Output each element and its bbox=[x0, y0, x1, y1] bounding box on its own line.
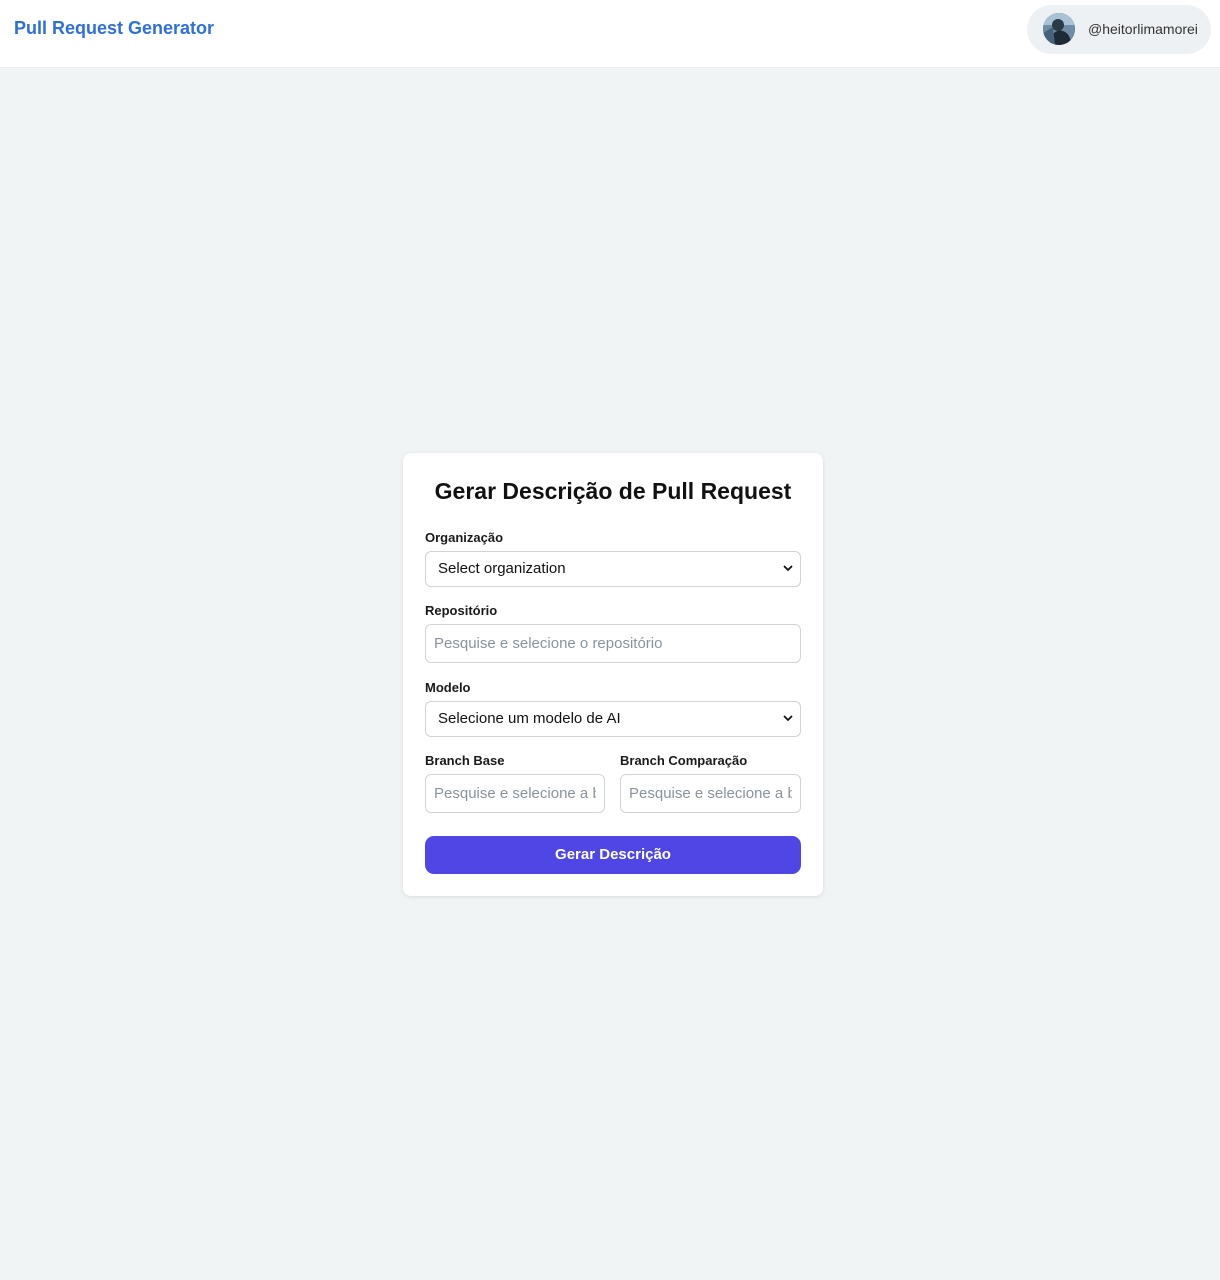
generate-description-button[interactable]: Gerar Descrição bbox=[425, 836, 801, 874]
model-select-value: Selecione um modelo de AI bbox=[438, 710, 621, 727]
pr-form-card: Gerar Descrição de Pull Request Organiza… bbox=[403, 453, 823, 896]
username: @heitorlimamorei bbox=[1088, 21, 1198, 37]
form-title: Gerar Descrição de Pull Request bbox=[434, 478, 792, 504]
model-label: Modelo bbox=[425, 680, 471, 695]
model-select[interactable]: Selecione um modelo de AI bbox=[425, 701, 801, 737]
organization-select[interactable]: Select organization bbox=[425, 551, 801, 587]
organization-select-value: Select organization bbox=[438, 560, 566, 577]
branch-base-label: Branch Base bbox=[425, 753, 505, 768]
chevron-down-icon bbox=[783, 715, 793, 721]
branch-compare-input[interactable] bbox=[620, 774, 801, 813]
avatar[interactable] bbox=[1043, 13, 1075, 45]
organization-label: Organização bbox=[425, 530, 504, 545]
repository-label: Repositório bbox=[425, 603, 498, 618]
app-brand[interactable]: Pull Request Generator bbox=[14, 18, 214, 39]
branch-base-input[interactable] bbox=[425, 774, 605, 813]
chevron-down-icon bbox=[783, 565, 793, 571]
user-menu[interactable]: @heitorlimamorei bbox=[1027, 5, 1211, 54]
branch-compare-label: Branch Comparação bbox=[620, 753, 748, 768]
avatar-image bbox=[1043, 13, 1075, 45]
top-navbar: Pull Request Generator @heitorlimamorei bbox=[0, 0, 1220, 68]
repository-search-input[interactable] bbox=[425, 624, 801, 663]
